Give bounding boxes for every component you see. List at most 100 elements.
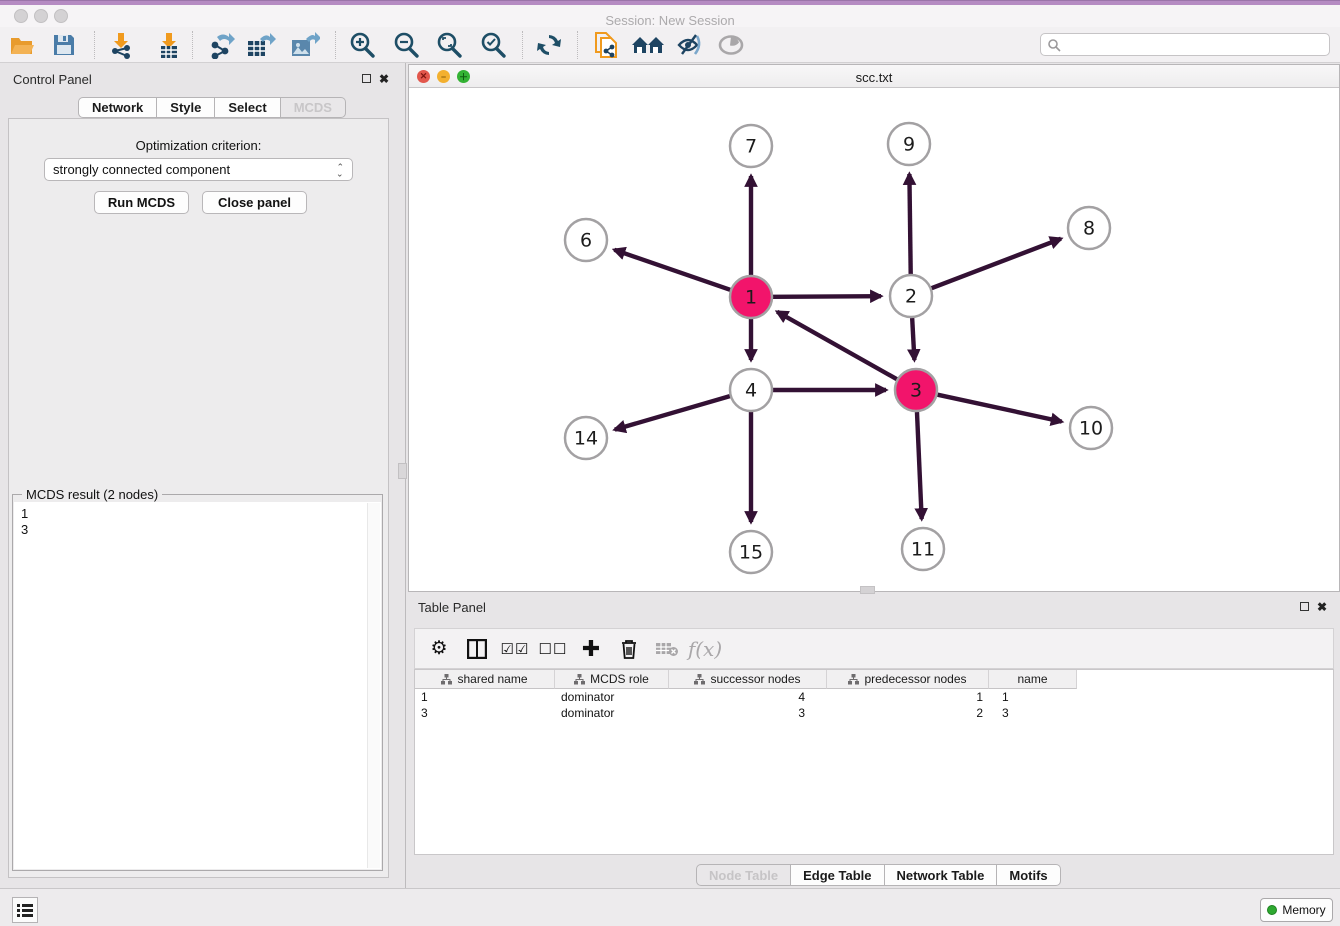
delete-table-icon[interactable] xyxy=(648,632,686,666)
table-settings-gear-icon[interactable]: ⚙ xyxy=(420,632,458,666)
memory-label: Memory xyxy=(1282,903,1325,917)
vertical-splitter-grip[interactable] xyxy=(398,463,407,479)
graph-node-label: 6 xyxy=(580,230,592,252)
close-panel-button[interactable]: Close panel xyxy=(202,191,307,214)
toolbar-separator xyxy=(522,31,523,59)
list-icon xyxy=(17,903,33,917)
mcds-result-textarea[interactable]: 1 3 xyxy=(14,502,381,869)
open-session-icon[interactable] xyxy=(5,28,39,62)
criterion-dropdown[interactable]: strongly connected component ⌃⌃ xyxy=(44,158,353,181)
graph-node-label: 10 xyxy=(1079,418,1103,440)
tab-network[interactable]: Network xyxy=(78,97,157,118)
toolbar-separator xyxy=(192,31,193,59)
zoom-in-icon[interactable] xyxy=(345,28,379,62)
table-row[interactable]: 1 dominator 4 1 1 xyxy=(415,689,1333,705)
graph-node-label: 9 xyxy=(903,134,915,156)
export-image-icon[interactable] xyxy=(288,28,322,62)
memory-button[interactable]: Memory xyxy=(1260,898,1333,922)
task-history-button[interactable] xyxy=(12,897,38,923)
control-panel-close-icon[interactable]: ✖ xyxy=(379,74,389,84)
show-columns-icon[interactable] xyxy=(458,632,496,666)
network-window-titlebar: ✕ − ＋ scc.txt xyxy=(409,65,1339,88)
select-all-columns-icon[interactable]: ☑☑ xyxy=(496,632,534,666)
function-builder-icon[interactable]: f(x) xyxy=(686,632,724,666)
result-scrollbar[interactable] xyxy=(367,503,380,868)
import-table-icon[interactable] xyxy=(152,28,186,62)
zoom-out-icon[interactable] xyxy=(389,28,423,62)
node-table: shared name MCDS role successor nodes pr… xyxy=(414,669,1334,855)
table-row[interactable]: 3 dominator 3 2 3 xyxy=(415,705,1333,721)
graph-edge-1-6[interactable] xyxy=(614,250,730,290)
zoom-selected-icon[interactable] xyxy=(476,28,510,62)
graph-node-label: 15 xyxy=(739,542,763,564)
search-icon xyxy=(1047,38,1061,52)
toolbar-separator xyxy=(335,31,336,59)
control-panel-float-icon[interactable] xyxy=(362,74,371,83)
graph-edge-1-2[interactable] xyxy=(773,296,881,297)
window-title: Session: New Session xyxy=(0,13,1340,28)
tab-select[interactable]: Select xyxy=(215,97,280,118)
save-session-icon[interactable] xyxy=(47,28,81,62)
table-panel-float-icon[interactable] xyxy=(1300,602,1309,611)
home-layout-icon[interactable] xyxy=(631,28,665,62)
tab-motifs[interactable]: Motifs xyxy=(997,864,1060,886)
network-view-window: ✕ − ＋ scc.txt 7968124314101511 xyxy=(408,64,1340,592)
mcds-result-title: MCDS result (2 nodes) xyxy=(22,487,162,502)
import-network-icon[interactable] xyxy=(104,28,138,62)
graph-node-label: 7 xyxy=(745,136,757,158)
tab-node-table[interactable]: Node Table xyxy=(696,864,791,886)
graph-edge-3-1[interactable] xyxy=(777,312,897,379)
graph-node-label: 1 xyxy=(745,287,757,309)
status-bar: Memory xyxy=(0,888,1340,926)
horizontal-splitter-grip[interactable] xyxy=(860,586,875,594)
graph-node-label: 4 xyxy=(745,380,757,402)
main-toolbar xyxy=(0,27,1340,63)
tab-edge-table[interactable]: Edge Table xyxy=(791,864,884,886)
control-panel-title: Control Panel xyxy=(13,72,92,87)
show-panels-icon[interactable] xyxy=(714,28,748,62)
clone-network-icon[interactable] xyxy=(589,28,623,62)
optimization-criterion-label: Optimization criterion: xyxy=(0,138,397,153)
delete-column-trash-icon[interactable] xyxy=(610,632,648,666)
refresh-view-icon[interactable] xyxy=(532,28,566,62)
graph-node-label: 3 xyxy=(910,380,922,402)
chevron-up-down-icon: ⌃⌃ xyxy=(336,165,344,175)
graph-edge-2-8[interactable] xyxy=(932,239,1061,288)
tab-network-table[interactable]: Network Table xyxy=(885,864,998,886)
column-header-successor-nodes[interactable]: successor nodes xyxy=(669,670,827,689)
unselect-all-columns-icon[interactable]: ☐☐ xyxy=(534,632,572,666)
column-tree-icon xyxy=(694,674,705,685)
column-header-name[interactable]: name xyxy=(989,670,1077,689)
column-header-predecessor-nodes[interactable]: predecessor nodes xyxy=(827,670,989,689)
network-graph[interactable]: 7968124314101511 xyxy=(409,88,1339,591)
tab-style[interactable]: Style xyxy=(157,97,215,118)
network-title: scc.txt xyxy=(409,70,1339,85)
export-network-icon[interactable] xyxy=(204,28,238,62)
table-panel-close-icon[interactable]: ✖ xyxy=(1317,602,1327,612)
graph-edge-3-11[interactable] xyxy=(917,412,922,519)
toolbar-separator xyxy=(577,31,578,59)
graph-edge-4-14[interactable] xyxy=(615,396,730,429)
control-panel-tabs: Network Style Select MCDS xyxy=(78,97,346,118)
window-titlebar: Session: New Session xyxy=(0,5,1340,27)
create-column-plus-icon[interactable]: ✚ xyxy=(572,632,610,666)
graph-edge-2-3[interactable] xyxy=(912,318,914,360)
export-table-icon[interactable] xyxy=(244,28,278,62)
search-input[interactable] xyxy=(1061,38,1329,52)
table-panel-title: Table Panel xyxy=(418,600,486,615)
column-header-mcds-role[interactable]: MCDS role xyxy=(555,670,669,689)
hide-panels-icon[interactable] xyxy=(673,28,707,62)
graph-edge-3-10[interactable] xyxy=(937,395,1061,422)
graph-node-label: 2 xyxy=(905,286,917,308)
criterion-value: strongly connected component xyxy=(53,162,230,177)
column-tree-icon xyxy=(848,674,859,685)
graph-node-label: 8 xyxy=(1083,218,1095,240)
column-header-shared-name[interactable]: shared name xyxy=(415,670,555,689)
zoom-fit-icon[interactable] xyxy=(432,28,466,62)
search-box[interactable] xyxy=(1040,33,1330,56)
node-table-header: shared name MCDS role successor nodes pr… xyxy=(415,670,1333,689)
graph-edge-2-9[interactable] xyxy=(909,174,910,274)
tab-mcds[interactable]: MCDS xyxy=(281,97,346,118)
graph-node-label: 14 xyxy=(574,428,598,450)
run-mcds-button[interactable]: Run MCDS xyxy=(94,191,189,214)
